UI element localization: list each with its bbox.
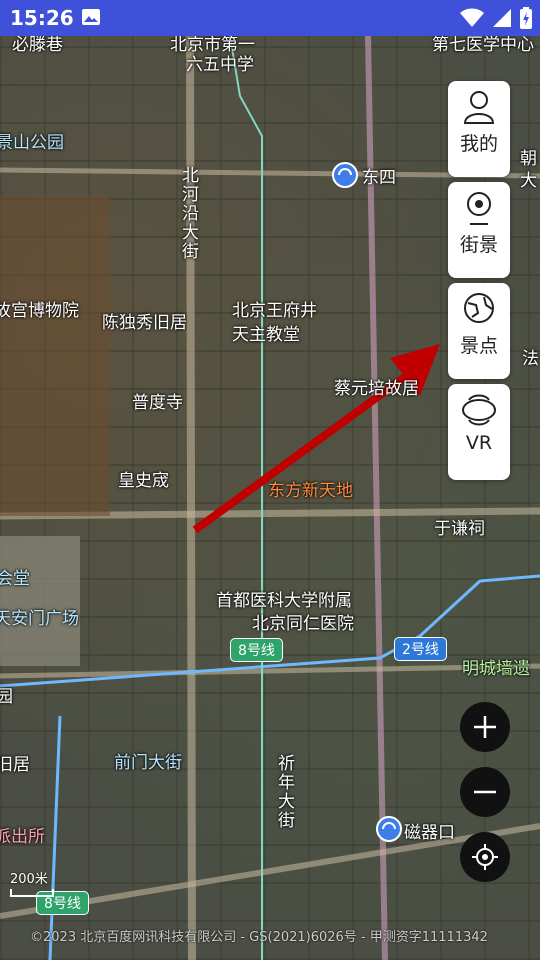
status-icons [460, 7, 532, 29]
poi-label[interactable]: 景山公园 [0, 128, 64, 153]
poi-label[interactable]: 陈独秀旧居 [102, 308, 187, 333]
poi-label[interactable]: 于谦祠 [434, 514, 485, 539]
poi-label: 法 [522, 349, 539, 369]
scale-bar [10, 889, 54, 897]
wifi-icon [460, 8, 484, 27]
vr-label: VR [465, 432, 493, 454]
image-icon [82, 9, 100, 25]
map-scale: 200米 [10, 868, 54, 897]
poi-label[interactable]: 东方新天地 [268, 476, 353, 501]
mine-button[interactable]: 我的 [448, 81, 510, 177]
poi-label[interactable]: 六五中学 [186, 50, 254, 75]
map-attribution: ©2023 北京百度网讯科技有限公司 - GS(2021)6026号 - 甲测资… [30, 930, 488, 945]
vr-headset-icon [462, 394, 496, 426]
street-view-label: 街景 [459, 234, 498, 256]
metro-line-badge[interactable]: 2号线 [394, 637, 447, 661]
metro-station-icon[interactable] [376, 816, 402, 842]
scenic-button[interactable]: 景点 [448, 283, 510, 379]
globe-icon [464, 293, 494, 323]
poi-gugong[interactable]: 故宫博物院 [0, 296, 79, 321]
user-icon [463, 91, 495, 124]
cellular-signal-icon [493, 9, 511, 27]
poi-ciqikou[interactable]: 磁器口 [404, 818, 455, 843]
zoom-in-button[interactable] [460, 702, 510, 752]
metro-line-badge[interactable]: 8号线 [230, 638, 283, 662]
camera-icon [467, 192, 491, 225]
status-time: 15:26 [10, 6, 74, 30]
minus-icon [474, 790, 496, 794]
poi-label[interactable]: 必滕巷 [12, 36, 63, 55]
street-label: 祈年大街 [274, 754, 294, 830]
street-view-button[interactable]: 街景 [448, 182, 510, 278]
poi-label[interactable]: 皇史宬 [118, 466, 169, 491]
street-label: 北河沿大街 [178, 166, 198, 261]
crosshair-icon [472, 844, 498, 870]
scenic-label: 景点 [459, 335, 498, 357]
locate-button[interactable] [460, 832, 510, 882]
poi-label[interactable]: 普度寺 [132, 388, 183, 413]
poi-label[interactable]: 园 [0, 682, 13, 707]
mine-label: 我的 [459, 133, 498, 155]
poi-label[interactable]: 蔡元培故居 [334, 374, 419, 399]
poi-label: 大 [520, 171, 537, 191]
poi-label[interactable]: 第七医学中心 [432, 36, 534, 55]
scale-label: 200米 [10, 872, 48, 887]
poi-label[interactable]: 会堂 [0, 564, 30, 589]
zoom-out-button[interactable] [460, 767, 510, 817]
status-bar: 15:26 [0, 0, 540, 36]
metro-station-icon[interactable] [332, 162, 358, 188]
poi-label[interactable]: 旧居 [0, 750, 30, 775]
battery-icon [520, 7, 532, 29]
vr-button[interactable]: VR [448, 384, 510, 480]
poi-label[interactable]: 明城墙遗 [462, 654, 530, 679]
poi-label[interactable]: 首都医科大学附属 [216, 586, 352, 611]
poi-label[interactable]: 天主教堂 [232, 320, 300, 345]
poi-label[interactable]: 北京王府井 [232, 296, 317, 321]
poi-label[interactable]: 北京同仁医院 [252, 609, 354, 634]
street-label: 前门大街 [114, 753, 182, 773]
poi-dongsi[interactable]: 东四 [362, 163, 396, 188]
plus-icon [474, 716, 496, 738]
poi-label[interactable]: 派出所 [0, 822, 45, 847]
poi-label[interactable]: 天安门广场 [0, 604, 79, 629]
